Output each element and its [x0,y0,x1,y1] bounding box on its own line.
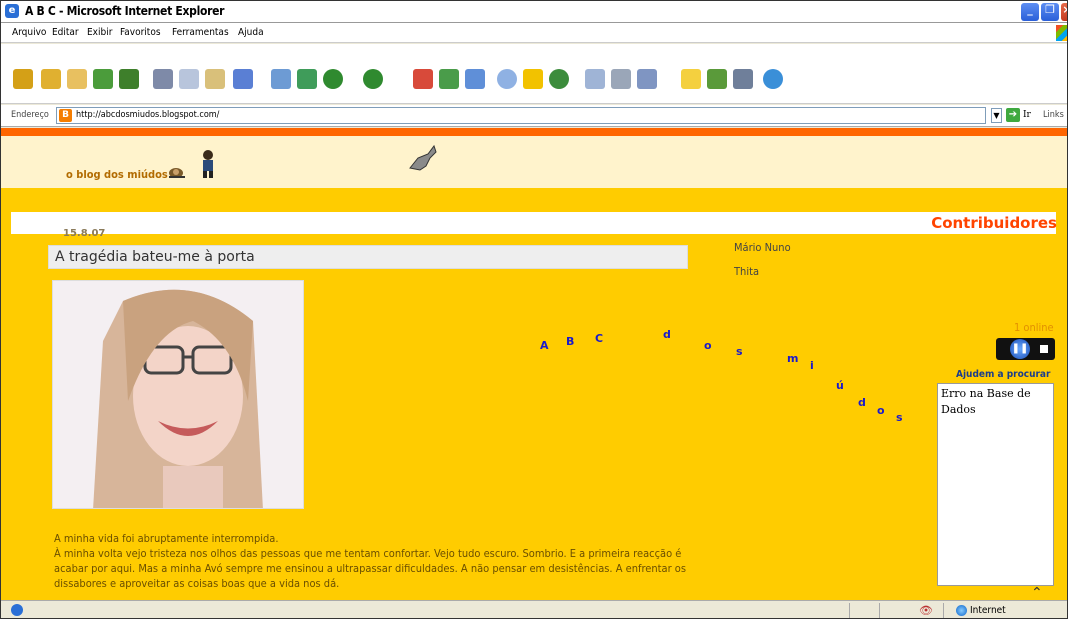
post-paragraph: À minha volta vejo tristeza nos olhos da… [54,547,687,590]
pause-icon[interactable]: ❚❚ [1010,339,1030,359]
post-body: A minha vida foi abruptamente interrompi… [54,531,694,591]
post-paragraph: A minha vida foi abruptamente interrompi… [54,532,279,545]
contributor-link[interactable]: Thita [734,265,759,278]
print-icon[interactable] [611,69,631,89]
address-label: Endereço [11,110,49,120]
menu-arquivo[interactable]: Arquivo [12,27,46,38]
status-separator [849,603,850,618]
menu-bar: Arquivo Editar Exibir Favoritos Ferramen… [1,23,1067,43]
character-sprite-icon [203,150,213,178]
menu-ferramentas[interactable]: Ferramentas [172,27,229,38]
scatter-letter: m [787,352,799,365]
address-input[interactable]: B http://abcdosmiudos.blogspot.com/ [56,107,986,124]
preview-icon[interactable] [271,69,291,89]
spell-icon[interactable] [119,69,139,89]
browser-window: e A B C - Microsoft Internet Explorer _ … [0,0,1068,619]
portrait-image [53,281,303,508]
scatter-letter: o [877,404,885,417]
contributor-link[interactable]: Mário Nuno [734,241,791,254]
menu-editar[interactable]: Editar [52,27,79,38]
blogger-icon: B [59,109,72,122]
post-date: 15.8.07 [63,228,106,239]
menu-ajuda[interactable]: Ajuda [238,27,264,38]
scatter-letter: A [540,339,549,352]
folder-icon[interactable] [67,69,87,89]
links-button[interactable]: Links [1043,110,1064,120]
scatter-letter: d [663,328,671,341]
scatter-letter: ú [836,379,844,392]
messenger-icon[interactable] [707,69,727,89]
go-arrow-icon[interactable]: ➔ [1006,108,1020,122]
online-counter[interactable]: 1 online [1014,321,1054,334]
status-separator [879,603,880,618]
search-icon[interactable] [497,69,517,89]
help-search-title: Ajudem a procurar [956,369,1051,380]
post-header-band [11,212,1056,234]
db-error-box: Erro na Base de Dados [937,383,1054,586]
users-icon[interactable] [763,69,783,89]
scatter-letter: B [566,335,575,348]
scatter-letter: s [736,345,743,358]
donkey-sprite-icon [409,144,437,171]
music-player: ❚❚ [996,338,1055,360]
mail-icon[interactable] [585,69,605,89]
note-icon[interactable] [681,69,701,89]
research-icon[interactable] [733,69,753,89]
stop-icon[interactable] [413,69,433,89]
paste-icon[interactable] [205,69,225,89]
post-photo [52,280,304,509]
page-icon [11,604,23,616]
internet-zone-icon [956,605,967,616]
address-bar: Endereço B http://abcdosmiudos.blogspot.… [1,105,1067,127]
ie-icon: e [5,4,19,18]
maximize-button[interactable]: ❐ [1041,3,1059,21]
status-separator [943,603,944,618]
edit-page-icon[interactable] [637,69,657,89]
scatter-letter: s [896,411,903,424]
toolbar [1,44,1067,104]
copy-icon[interactable] [179,69,199,89]
scatter-letter: o [704,339,712,352]
privacy-icon[interactable]: 👁 [919,604,933,617]
history-icon[interactable] [549,69,569,89]
edit-icon[interactable] [93,69,113,89]
minimize-button[interactable]: _ [1021,3,1039,21]
contributors-title: Contribuidores [931,214,1057,232]
post-title-box: A tragédia bateu-me à porta [48,245,688,269]
blog-title[interactable]: o blog dos miúdos [66,168,168,181]
address-dropdown-button[interactable]: ▼ [991,108,1002,123]
favorites-icon[interactable] [523,69,543,89]
scatter-letter: C [595,332,604,345]
go-button[interactable]: Ir [1023,110,1031,120]
refresh-icon[interactable] [439,69,459,89]
menu-exibir[interactable]: Exibir [87,27,112,38]
scatter-letter: d [858,396,866,409]
close-button[interactable]: × [1061,3,1067,21]
header-top-border [1,128,1067,136]
cut-icon[interactable] [153,69,173,89]
open-icon[interactable] [41,69,61,89]
status-bar: 👁 Internet [1,600,1067,618]
window-title: A B C - Microsoft Internet Explorer [25,4,225,18]
scatter-letter: i [810,359,814,372]
page-viewport[interactable]: o blog dos miúdos 15.8.07 Contribuidores… [1,128,1067,600]
title-bar[interactable]: e A B C - Microsoft Internet Explorer _ … [1,1,1067,23]
stop-icon[interactable] [1040,345,1048,353]
address-url[interactable]: http://abcdosmiudos.blogspot.com/ [76,110,219,120]
windows-logo-icon [1056,25,1067,41]
scroll-up-icon[interactable]: ⌃ [1031,585,1043,600]
menu-favoritos[interactable]: Favoritos [120,27,161,38]
home-icon[interactable] [465,69,485,89]
snail-icon [169,168,185,178]
new-icon[interactable] [13,69,33,89]
post-title[interactable]: A tragédia bateu-me à porta [55,249,255,265]
security-zone[interactable]: Internet [970,605,1006,616]
refresh-page-icon[interactable] [297,69,317,89]
back-icon[interactable] [323,69,343,89]
sort-icon[interactable] [233,69,253,89]
forward-icon[interactable] [363,69,383,89]
